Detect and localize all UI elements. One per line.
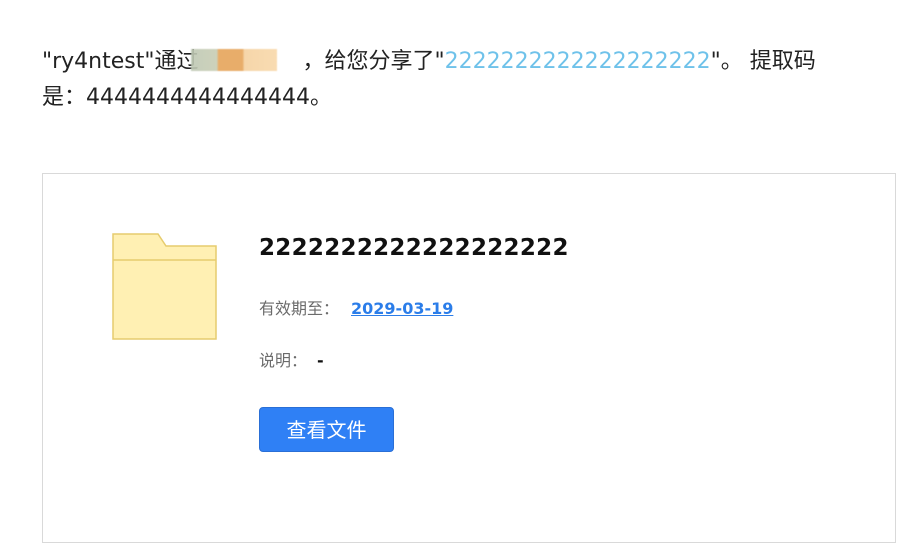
expiry-label: 有效期至： [259, 299, 340, 318]
expiry-row: 有效期至： 2029-03-19 [259, 295, 453, 319]
share-card: 2222222222222222222 有效期至： 2029-03-19 说明： -… [42, 173, 896, 543]
description-value: - [317, 351, 324, 370]
extract-code-line: 是：4444444444444444。 [42, 85, 332, 110]
extract-code-label: "。 提取码 [710, 49, 816, 74]
file-title: 2222222222222222222 [259, 235, 569, 261]
sender-name: "ry4ntest" [42, 49, 155, 74]
view-files-button[interactable]: 查看文件 [259, 407, 394, 452]
folder-icon [112, 233, 218, 341]
redacted-blur [190, 49, 277, 71]
shared-text: ，给您分享了" [302, 49, 445, 74]
share-message: "ry4ntest"通过 ，给您分享了"2222222222222222222"。… [42, 44, 872, 116]
expiry-date-link[interactable]: 2029-03-19 [351, 299, 453, 318]
description-row: 说明： - [259, 347, 324, 371]
share-link[interactable]: 2222222222222222222 [445, 49, 711, 74]
description-label: 说明： [259, 351, 308, 370]
